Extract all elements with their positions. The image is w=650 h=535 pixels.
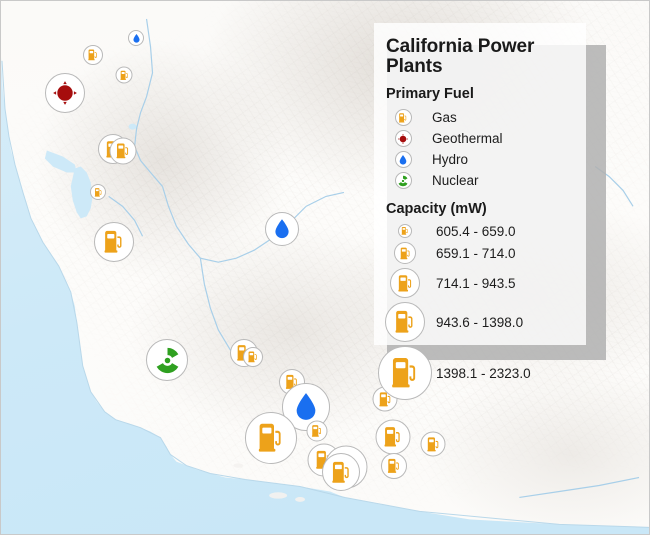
- legend-capacity-row: 943.6 - 1398.0: [374, 300, 586, 344]
- gas-pump-icon: [385, 302, 425, 342]
- legend-capacity-swatch: [374, 224, 436, 238]
- legend-capacity-label: 1398.1 - 2323.0: [436, 365, 531, 381]
- gas-pump-icon-svg: [426, 436, 438, 451]
- water-drop-icon-svg: [275, 219, 289, 239]
- gas-pump-icon-svg: [401, 227, 408, 235]
- map-marker-gas[interactable]: [381, 453, 407, 479]
- legend-fuel-label: Hydro: [432, 151, 469, 167]
- gas-pump-icon-svg: [399, 247, 409, 259]
- primary-fuel-section: Primary Fuel Gas Geothermal Hydro Nuclea…: [374, 86, 586, 191]
- gas-pump-icon-svg: [94, 187, 101, 197]
- map-marker-gas[interactable]: [322, 453, 360, 491]
- gas-pump-icon-svg: [395, 310, 413, 333]
- legend-fuel-row: Hydro: [374, 149, 586, 170]
- legend-capacity-label: 605.4 - 659.0: [436, 223, 516, 239]
- channel-island-2: [295, 497, 306, 502]
- gas-pump-icon: [390, 268, 420, 298]
- geothermal-icon-svg: [53, 81, 77, 105]
- legend-capacity-swatch: [374, 268, 436, 298]
- gas-pump-icon-svg: [392, 357, 416, 388]
- map-marker-geothermal[interactable]: [45, 73, 85, 113]
- gas-pump-icon-svg: [248, 351, 257, 363]
- legend-title: California Power Plants: [386, 36, 535, 77]
- legend-panel: California Power Plants Primary Fuel Gas…: [374, 23, 586, 400]
- capacity-heading: Capacity (mW): [386, 201, 487, 217]
- map-marker-gas[interactable]: [90, 184, 106, 200]
- legend-capacity-label: 714.1 - 943.5: [436, 275, 516, 291]
- map-marker-gas[interactable]: [109, 137, 137, 165]
- map-marker-gas[interactable]: [94, 222, 134, 262]
- legend-fuel-swatch: [374, 130, 432, 147]
- legend-capacity-row: 605.4 - 659.0: [374, 222, 586, 240]
- channel-island-3: [233, 463, 244, 468]
- gas-pump-icon-svg: [384, 427, 400, 447]
- gas-pump-icon: [394, 242, 416, 264]
- map-marker-gas[interactable]: [245, 412, 297, 464]
- map-canvas[interactable]: California Power Plants Primary Fuel Gas…: [1, 1, 649, 534]
- radiation-icon: [394, 172, 412, 189]
- legend-fuel-label: Gas: [432, 109, 457, 125]
- gas-pump-icon: [378, 346, 432, 400]
- water-drop-icon-svg: [132, 33, 140, 43]
- legend-fuel-label: Geothermal: [432, 130, 503, 146]
- map-marker-hydro[interactable]: [265, 212, 299, 246]
- capacity-class-list: 605.4 - 659.0 659.1 - 714.0 714.1 - 943.…: [374, 222, 586, 402]
- capacity-section: Capacity (mW) 605.4 - 659.0 659.1 - 714.…: [374, 201, 586, 402]
- gas-pump-icon-svg: [104, 230, 122, 253]
- radiation-icon-svg: [398, 175, 408, 186]
- bay-inlet-north: [44, 150, 77, 173]
- primary-fuel-list: Gas Geothermal Hydro Nuclear: [374, 107, 586, 191]
- map-marker-gas[interactable]: [115, 66, 133, 84]
- gas-pump-icon-svg: [311, 425, 321, 437]
- legend-fuel-row: Gas: [374, 107, 586, 128]
- map-marker-gas[interactable]: [306, 420, 328, 442]
- map-frame: California Power Plants Primary Fuel Gas…: [0, 0, 650, 535]
- legend-fuel-swatch: [374, 172, 432, 189]
- legend-capacity-label: 943.6 - 1398.0: [436, 314, 524, 330]
- legend-capacity-swatch: [374, 346, 436, 400]
- map-application: California Power Plants Primary Fuel Gas…: [0, 0, 650, 535]
- gas-pump-icon-svg: [331, 461, 349, 483]
- gas-pump-icon-svg: [387, 458, 399, 473]
- gas-pump-icon-svg: [88, 49, 97, 61]
- map-marker-gas[interactable]: [243, 347, 263, 367]
- legend-fuel-row: Geothermal: [374, 128, 586, 149]
- gas-pump-icon-svg: [397, 274, 411, 291]
- legend-capacity-swatch: [374, 302, 436, 342]
- legend-capacity-row: 659.1 - 714.0: [374, 240, 586, 266]
- inland-lake: [128, 123, 137, 130]
- legend-fuel-swatch: [374, 109, 432, 126]
- map-marker-hydro[interactable]: [128, 30, 144, 46]
- gas-pump-icon: [394, 109, 412, 126]
- map-marker-nuclear[interactable]: [146, 339, 188, 381]
- legend-fuel-swatch: [374, 151, 432, 168]
- legend-capacity-label: 659.1 - 714.0: [436, 245, 516, 261]
- gas-pump-icon-svg: [398, 112, 407, 123]
- legend-capacity-swatch: [374, 242, 436, 264]
- geothermal-icon: [394, 130, 412, 147]
- primary-fuel-heading: Primary Fuel: [386, 86, 474, 102]
- legend-fuel-label: Nuclear: [432, 172, 479, 188]
- legend-capacity-row: 714.1 - 943.5: [374, 266, 586, 300]
- water-drop-icon: [394, 151, 412, 168]
- gas-pump-icon-svg: [258, 423, 281, 452]
- channel-island-1: [269, 492, 288, 499]
- gas-pump-icon-svg: [119, 70, 128, 80]
- legend-capacity-row: 1398.1 - 2323.0: [374, 344, 586, 402]
- gas-pump-icon-svg: [116, 143, 129, 159]
- legend-fuel-row: Nuclear: [374, 170, 586, 191]
- water-drop-icon-svg: [399, 154, 407, 165]
- legend-spacer: [374, 191, 586, 198]
- water-drop-icon-svg: [296, 393, 316, 420]
- map-marker-gas[interactable]: [420, 431, 446, 457]
- map-marker-gas[interactable]: [83, 45, 103, 65]
- geothermal-icon-svg: [397, 133, 409, 144]
- radiation-icon-svg: [156, 347, 178, 373]
- gas-pump-icon: [398, 224, 412, 238]
- map-marker-gas[interactable]: [375, 419, 411, 455]
